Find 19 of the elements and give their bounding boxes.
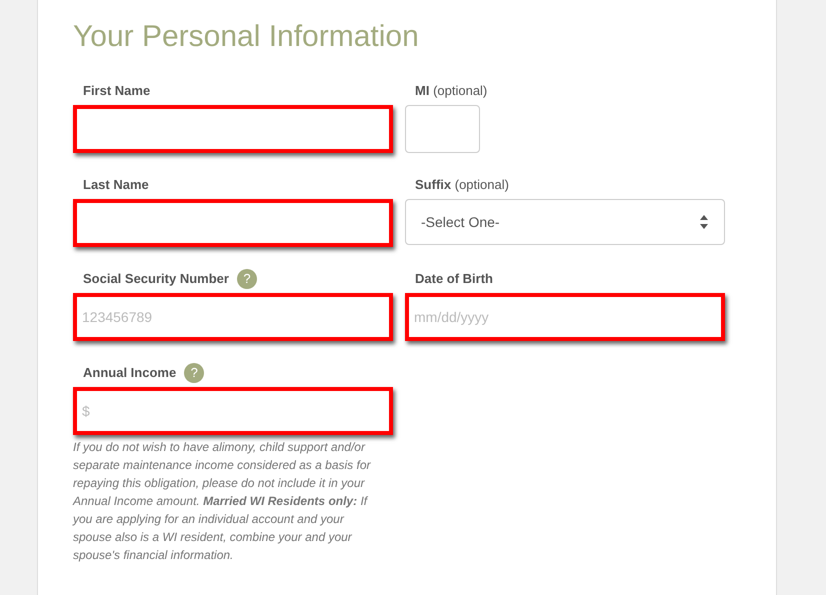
field-label: First Name: [83, 82, 150, 100]
input-field[interactable]: [73, 105, 393, 153]
suffix-select[interactable]: -Select One-: [405, 199, 725, 245]
field-label: Last Name: [83, 176, 149, 194]
input-field[interactable]: [405, 105, 480, 153]
sort-arrows-icon: [699, 214, 709, 230]
input-field[interactable]: [73, 199, 393, 247]
field-label: Suffix (optional): [415, 176, 509, 194]
page-heading: Your Personal Information: [73, 19, 420, 55]
input-field[interactable]: 123456789: [73, 293, 393, 341]
help-icon[interactable]: ?: [236, 269, 257, 289]
input-field[interactable]: mm/dd/yyyy: [405, 293, 725, 341]
help-text: If you do not wish to have alimony, child support and/or separate maintenance income considered as a basis for repaying this obligation, please do not include it in your Annual Income amount. Married WI Residents only: If you are applying for an individual account and your spouse also is a WI resident, combine your and your spouse's financial information.: [73, 439, 372, 564]
field-label: Annual Income: [83, 364, 176, 382]
field-label: Date of Birth: [415, 270, 493, 288]
field-label: Social Security Number: [83, 270, 229, 288]
help-icon[interactable]: ?: [184, 363, 204, 383]
field-label: MI (optional): [415, 82, 488, 100]
input-field[interactable]: $: [73, 387, 393, 435]
